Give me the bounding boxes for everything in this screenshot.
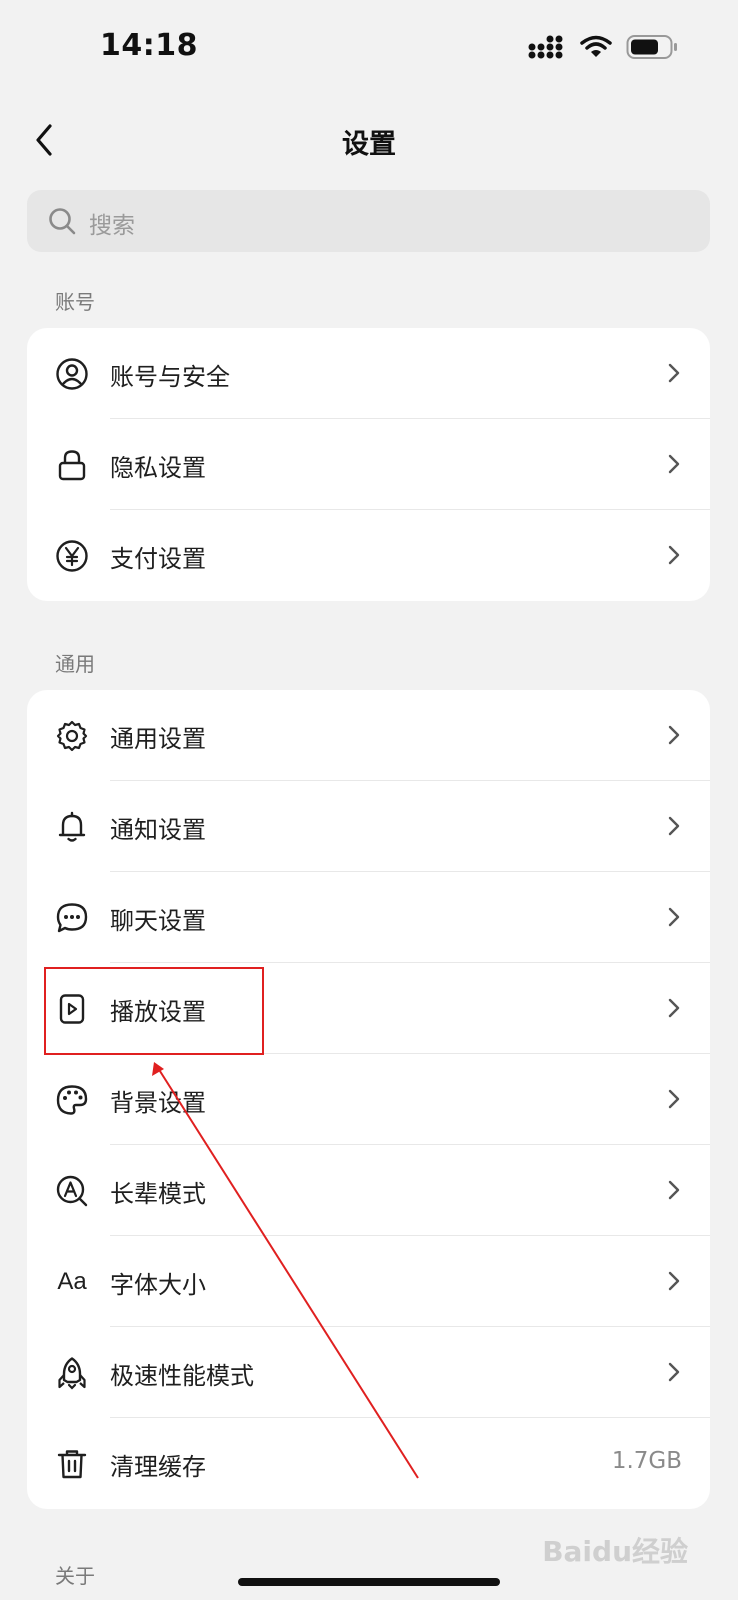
chevron-right-icon [668,1362,680,1382]
trash-icon [54,1446,90,1482]
lock-icon [54,447,90,483]
status-time: 14:18 [100,28,198,63]
font-size-icon-text: Aa [57,1268,87,1295]
nav-bar: 设置 [0,100,738,180]
list-item-font-size[interactable]: Aa 字体大小 [27,1236,710,1327]
yen-icon [54,538,90,574]
list-item-chat-settings[interactable]: 聊天设置 [27,872,710,963]
status-icons [528,34,678,60]
list-item-label: 长辈模式 [110,1180,206,1208]
chevron-right-icon [668,907,680,927]
chevron-right-icon [668,454,680,474]
list-item-label: 隐私设置 [110,454,206,482]
section-title-about: 关于 [55,1564,95,1588]
list-item-label: 背景设置 [110,1089,206,1117]
search-input[interactable]: 搜索 [27,190,710,252]
highlight-box [44,967,264,1055]
page-title: 设置 [342,129,396,160]
list-item-label: 支付设置 [110,545,206,573]
list-item-label: 清理缓存 [110,1453,206,1481]
list-item-label: 极速性能模式 [110,1362,254,1390]
chevron-right-icon [668,545,680,565]
section-title-account: 账号 [55,290,95,314]
home-indicator [238,1578,500,1586]
list-item-payment[interactable]: 支付设置 [27,510,710,601]
bell-icon [54,809,90,845]
search-icon [49,208,76,235]
list-item-elder-mode[interactable]: 长辈模式 [27,1145,710,1236]
cache-size-value: 1.7GB [611,1448,682,1474]
list-item-general-settings[interactable]: 通用设置 [27,690,710,781]
list-item-account-security[interactable]: 账号与安全 [27,328,710,419]
status-bar: 14:18 [0,0,738,100]
chevron-right-icon [668,998,680,1018]
gear-icon [54,718,90,754]
list-item-turbo-mode[interactable]: 极速性能模式 [27,1327,710,1418]
rocket-icon [54,1355,90,1391]
elder-mode-icon [54,1173,90,1209]
list-item-privacy[interactable]: 隐私设置 [27,419,710,510]
list-item-label: 字体大小 [110,1271,206,1299]
general-card: 通用设置 通知设置 聊天设置 播放设置 背景设置 长辈模式 Aa 字体大小 极速… [27,690,710,1509]
list-item-clear-cache[interactable]: 清理缓存 1.7GB [27,1418,710,1509]
chevron-right-icon [668,1089,680,1109]
list-item-background-settings[interactable]: 背景设置 [27,1054,710,1145]
list-item-label: 通用设置 [110,725,206,753]
user-icon [54,356,90,392]
search-placeholder: 搜索 [89,213,135,239]
list-item-label: 通知设置 [110,816,206,844]
chat-icon [54,900,90,936]
wifi-icon [580,35,612,57]
chevron-right-icon [668,816,680,836]
cellular-signal-icon [528,35,563,59]
section-title-general: 通用 [55,652,95,676]
list-item-label: 聊天设置 [110,907,206,935]
chevron-right-icon [668,363,680,383]
chevron-right-icon [668,1180,680,1200]
account-card: 账号与安全 隐私设置 支付设置 [27,328,710,601]
battery-icon [626,35,677,59]
chevron-right-icon [668,725,680,745]
chevron-right-icon [668,1271,680,1291]
palette-icon [54,1082,90,1118]
baidu-watermark: Baidu经验 [542,1535,688,1568]
list-item-label: 账号与安全 [110,363,230,391]
list-item-notification-settings[interactable]: 通知设置 [27,781,710,872]
font-size-icon: Aa [54,1264,90,1300]
